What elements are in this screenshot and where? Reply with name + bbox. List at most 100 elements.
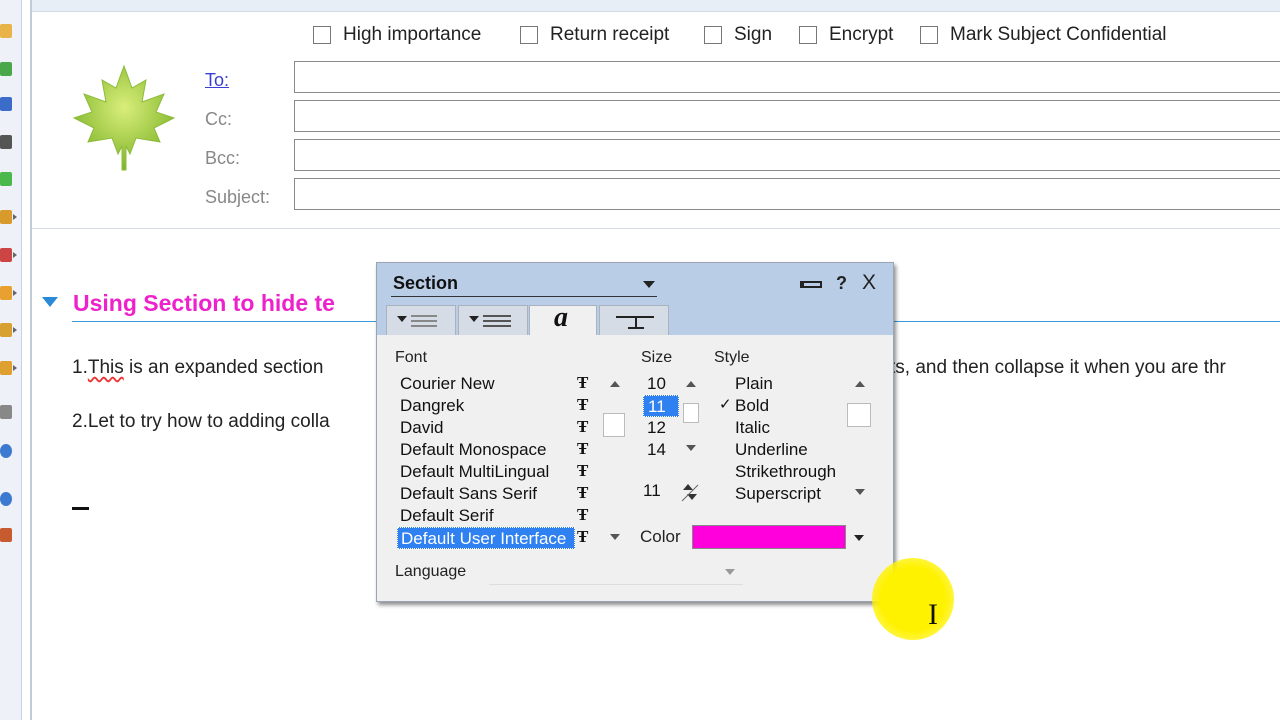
expand-arrow-icon[interactable]	[13, 214, 17, 220]
font-list-item-selected[interactable]: Default User Interface	[397, 527, 575, 549]
encrypt-checkbox[interactable]	[799, 26, 817, 44]
return-receipt-checkbox[interactable]	[520, 26, 538, 44]
truetype-font-icon: Ŧ	[577, 527, 589, 546]
font-list-item[interactable]: Default Monospace	[397, 439, 575, 461]
header-separator	[32, 228, 1280, 229]
size-list-item[interactable]: 14	[643, 439, 679, 461]
size-list-item[interactable]: 12	[643, 417, 679, 439]
size-scrollbar-thumb[interactable]	[683, 403, 699, 423]
edit-icon[interactable]	[0, 172, 12, 186]
pin-icon[interactable]	[800, 281, 822, 288]
expand-arrow-icon[interactable]	[13, 290, 17, 296]
color-dropdown-icon[interactable]	[854, 535, 864, 541]
toolbar-edge	[32, 0, 1280, 12]
body-line-2[interactable]: 2.Let to try how to adding colla	[72, 411, 330, 433]
to-label[interactable]: To:	[205, 70, 229, 91]
truetype-font-icon: Ŧ	[577, 395, 589, 414]
subject-input[interactable]	[294, 178, 1280, 210]
truetype-font-icon: Ŧ	[577, 505, 589, 524]
checkmark-icon: ✓	[719, 396, 732, 413]
to-input[interactable]	[294, 61, 1280, 93]
mail-icon[interactable]	[0, 286, 12, 300]
help-button[interactable]: ?	[836, 273, 847, 294]
applications-icon[interactable]	[0, 528, 12, 542]
bcc-input[interactable]	[294, 139, 1280, 171]
archive-icon[interactable]	[0, 323, 12, 337]
section-title[interactable]: Using Section to hide te	[73, 290, 335, 317]
font-scroll-down-icon[interactable]	[610, 534, 620, 540]
tab-section-title[interactable]	[458, 305, 528, 335]
mark-confidential-checkbox[interactable]	[920, 26, 938, 44]
folder-icon[interactable]	[0, 24, 12, 38]
size-adjust-icon[interactable]	[679, 481, 701, 503]
language-label: Language	[395, 563, 467, 580]
calendar-icon[interactable]	[0, 62, 12, 76]
font-list-item[interactable]: Dangrek	[397, 395, 575, 417]
cursor-highlight	[872, 558, 954, 640]
size-list-item[interactable]: 10	[643, 373, 679, 395]
high-importance-option[interactable]: High importance	[313, 24, 481, 46]
size-scroll-down-icon[interactable]	[686, 445, 696, 451]
search-icon[interactable]	[0, 405, 12, 419]
truetype-font-icon: Ŧ	[577, 439, 589, 458]
font-list-item[interactable]: Default MultiLingual	[397, 461, 575, 483]
font-list-item[interactable]: Default Serif	[397, 505, 575, 527]
expand-arrow-icon[interactable]	[13, 252, 17, 258]
body-line-1-continued[interactable]: ts, and then collapse it when you are th…	[890, 357, 1226, 379]
font-list-item[interactable]: David	[397, 417, 575, 439]
size-scroll-up-icon[interactable]	[686, 381, 696, 387]
close-button[interactable]: X	[862, 271, 876, 295]
dialog-title-underline	[391, 296, 657, 297]
mark-confidential-option[interactable]: Mark Subject Confidential	[920, 24, 1167, 46]
return-receipt-option[interactable]: Return receipt	[520, 24, 669, 46]
style-list-item-checked[interactable]: Bold	[735, 395, 769, 417]
font-list-item[interactable]: Default Sans Serif	[397, 483, 575, 505]
size-list-item-selected[interactable]: 11	[643, 395, 679, 417]
tab-section-info[interactable]	[386, 305, 456, 335]
color-picker-swatch[interactable]	[692, 525, 846, 549]
style-list-item[interactable]: Italic	[735, 417, 770, 439]
style-list-item[interactable]: Superscript	[735, 483, 821, 505]
high-importance-checkbox[interactable]	[313, 26, 331, 44]
body-line-1[interactable]: 1.This is an expanded section	[72, 357, 323, 379]
dialog-title[interactable]: Section	[393, 273, 458, 294]
tools-icon[interactable]	[0, 210, 12, 224]
style-list-item[interactable]: Underline	[735, 439, 808, 461]
notes-icon[interactable]	[0, 135, 12, 149]
expand-arrow-icon[interactable]	[13, 365, 17, 371]
style-list-item[interactable]: Strikethrough	[735, 461, 836, 483]
sign-option[interactable]: Sign	[704, 24, 772, 46]
language-select[interactable]	[489, 559, 743, 585]
size-value-field[interactable]: 11	[643, 481, 661, 501]
expand-arrow-icon[interactable]	[13, 327, 17, 333]
dialog-header: Section ? X a	[377, 263, 893, 335]
journal-icon[interactable]	[0, 361, 12, 375]
style-scroll-up-icon[interactable]	[855, 381, 865, 387]
style-scroll-down-icon[interactable]	[855, 489, 865, 495]
encrypt-label: Encrypt	[829, 24, 894, 45]
section-title-icon	[469, 315, 511, 327]
truetype-font-icon: Ŧ	[577, 461, 589, 480]
sign-checkbox[interactable]	[704, 26, 722, 44]
contacts-icon[interactable]	[0, 97, 12, 111]
tasks-icon[interactable]	[0, 248, 12, 262]
section-collapse-icon[interactable]	[42, 297, 58, 307]
tab-text-properties[interactable]: a	[529, 302, 597, 335]
truetype-font-icon: Ŧ	[577, 373, 589, 392]
web-icon[interactable]	[0, 492, 12, 506]
text-style-icon: a	[554, 302, 568, 333]
spelling-flag-word[interactable]: This	[88, 357, 124, 378]
style-label: Style	[714, 349, 750, 366]
style-list-item[interactable]: Plain	[735, 373, 773, 395]
encrypt-option[interactable]: Encrypt	[799, 24, 893, 46]
mail-compose-window: High importance Return receipt Sign Encr…	[0, 0, 1280, 720]
font-list-item[interactable]: Courier New	[397, 373, 575, 395]
globe-icon[interactable]	[0, 444, 12, 458]
cc-input[interactable]	[294, 100, 1280, 132]
font-scrollbar-thumb[interactable]	[603, 413, 625, 437]
style-scrollbar-thumb[interactable]	[847, 403, 871, 427]
dialog-type-dropdown-icon[interactable]	[643, 281, 655, 288]
language-dropdown-icon[interactable]	[725, 569, 735, 575]
font-scroll-up-icon[interactable]	[610, 381, 620, 387]
tab-border[interactable]	[599, 305, 669, 335]
